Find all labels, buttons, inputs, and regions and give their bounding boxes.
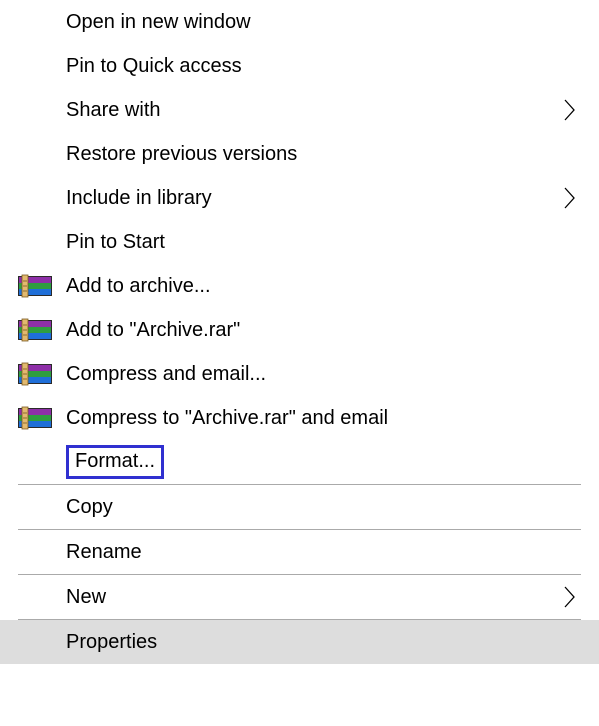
menu-item-label: Properties: [66, 631, 569, 654]
menu-item-properties[interactable]: Properties: [0, 620, 599, 664]
winrar-icon: [18, 361, 52, 387]
winrar-icon: [18, 317, 52, 343]
menu-item-add-to-archive-rar[interactable]: Add to "Archive.rar": [0, 308, 599, 352]
menu-item-share-with[interactable]: Share with: [0, 88, 599, 132]
menu-item-include-in-library[interactable]: Include in library: [0, 176, 599, 220]
menu-item-compress-to-archive-rar-and-email[interactable]: Compress to "Archive.rar" and email: [0, 396, 599, 440]
menu-item-format[interactable]: Format...: [0, 440, 599, 484]
menu-item-label: Share with: [66, 99, 569, 122]
chevron-right-icon: [563, 186, 577, 210]
menu-item-add-to-archive[interactable]: Add to archive...: [0, 264, 599, 308]
menu-item-label: Format...: [75, 450, 155, 472]
chevron-right-icon: [563, 585, 577, 609]
menu-item-rename[interactable]: Rename: [0, 530, 599, 574]
menu-item-label: Include in library: [66, 187, 569, 210]
menu-item-label: Compress to "Archive.rar" and email: [66, 407, 569, 430]
highlight-box: Format...: [66, 445, 164, 479]
menu-item-new[interactable]: New: [0, 575, 599, 619]
menu-item-label: Copy: [66, 496, 569, 519]
menu-item-pin-to-quick-access[interactable]: Pin to Quick access: [0, 44, 599, 88]
menu-item-pin-to-start[interactable]: Pin to Start: [0, 220, 599, 264]
menu-item-compress-and-email[interactable]: Compress and email...: [0, 352, 599, 396]
menu-item-copy[interactable]: Copy: [0, 485, 599, 529]
menu-item-open-in-new-window[interactable]: Open in new window: [0, 0, 599, 44]
winrar-icon: [18, 405, 52, 431]
menu-item-label: Open in new window: [66, 11, 569, 34]
menu-item-label: Add to "Archive.rar": [66, 319, 569, 342]
menu-item-label: Pin to Quick access: [66, 55, 569, 78]
menu-item-label: Restore previous versions: [66, 143, 569, 166]
menu-item-label: Pin to Start: [66, 231, 569, 254]
menu-item-label: Add to archive...: [66, 275, 569, 298]
menu-item-label: Rename: [66, 541, 569, 564]
winrar-icon: [18, 273, 52, 299]
menu-item-label: New: [66, 586, 569, 609]
menu-item-label: Compress and email...: [66, 363, 569, 386]
context-menu: Open in new window Pin to Quick access S…: [0, 0, 599, 664]
menu-item-restore-previous-versions[interactable]: Restore previous versions: [0, 132, 599, 176]
chevron-right-icon: [563, 98, 577, 122]
